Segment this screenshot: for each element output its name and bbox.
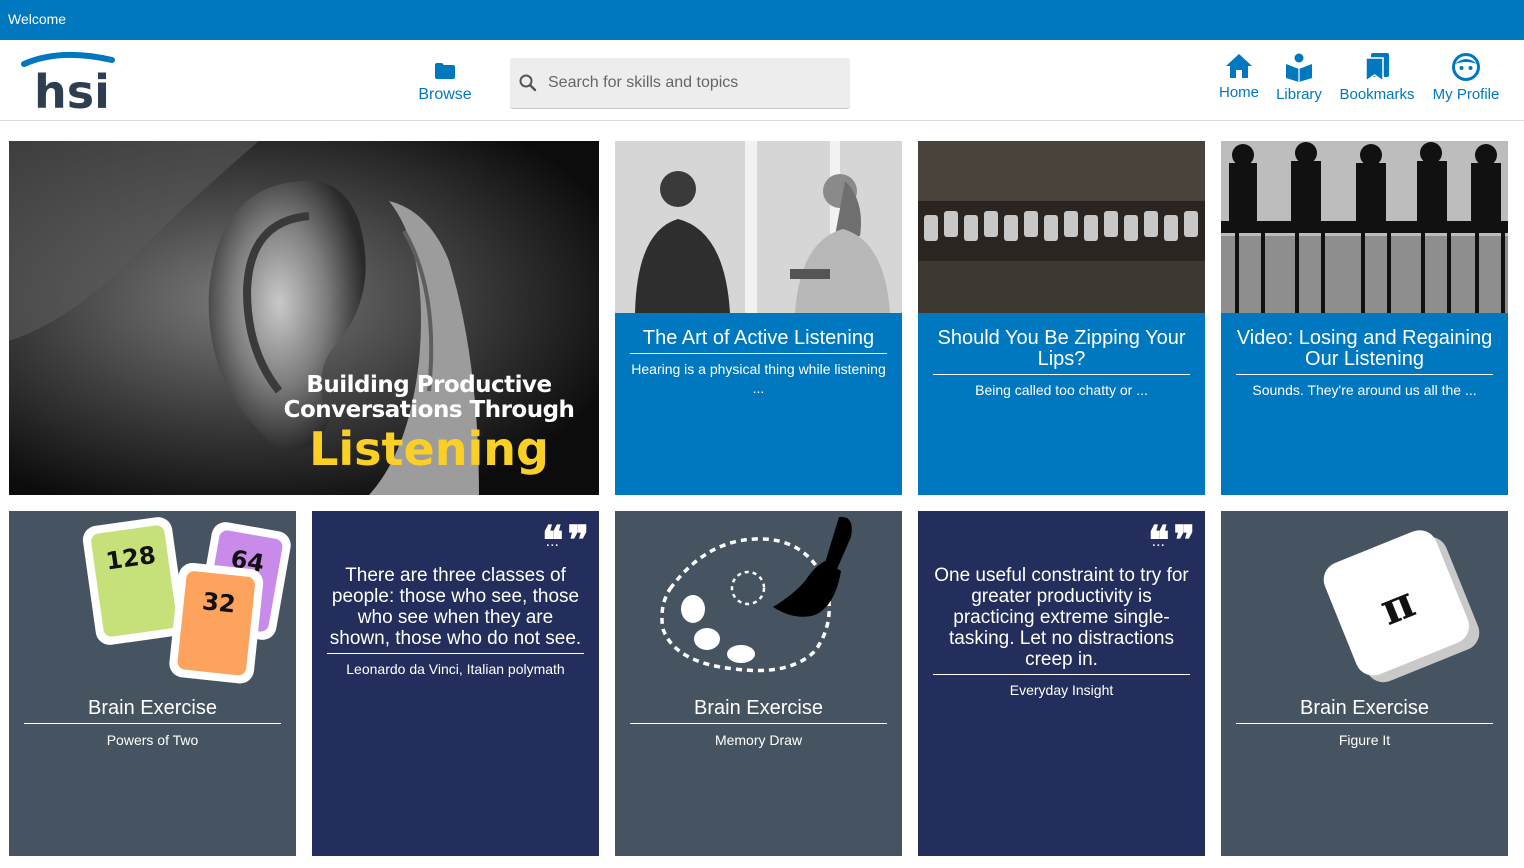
nav-my-profile[interactable]: My Profile	[1428, 52, 1504, 103]
welcome-text: Welcome	[8, 11, 67, 27]
brain-exercise-figure-it[interactable]: π Brain Exercise Figure It	[1221, 511, 1508, 856]
bookmarks-icon	[1365, 53, 1389, 82]
nav-my-profile-label: My Profile	[1432, 86, 1500, 103]
card-subtitle: Hearing is a physical thing while listen…	[631, 361, 886, 396]
top-bar: Welcome	[0, 0, 1524, 40]
library-icon	[1286, 53, 1312, 82]
nav-home[interactable]: Home	[1212, 52, 1266, 101]
logo-text: hsi	[34, 65, 110, 114]
nav-library[interactable]: Library	[1270, 52, 1328, 103]
browse-button[interactable]: Browse	[410, 62, 480, 104]
card-number-32: 32	[201, 587, 237, 618]
home-icon	[1226, 54, 1252, 78]
quote-card-da-vinci[interactable]: ❝❞ ... There are three classes of people…	[312, 511, 599, 856]
quote-ellipsis: ...	[1151, 533, 1165, 550]
hero-title-line2: Conversations Through	[283, 397, 575, 423]
header: hsi Browse Home Library Bo	[0, 40, 1524, 121]
brain-exercise-title: Brain Exercise	[24, 698, 281, 724]
quote-text: One useful constraint to try for greater…	[933, 565, 1190, 675]
card-image-conversation	[615, 141, 902, 313]
card-active-listening[interactable]: The Art of Active Listening Hearing is a…	[615, 141, 902, 495]
nav-home-label: Home	[1218, 84, 1259, 101]
quote-text: There are three classes of people: those…	[327, 565, 584, 654]
card-title: The Art of Active Listening	[630, 328, 887, 354]
hero-title: Building Productive Conversations Throug…	[259, 372, 599, 476]
quote-ellipsis: ...	[545, 533, 559, 550]
hero-tile-listening[interactable]: Building Productive Conversations Throug…	[9, 141, 599, 495]
browse-label: Browse	[418, 86, 472, 103]
search-icon	[519, 74, 537, 92]
brain-exercise-subtitle: Powers of Two	[106, 732, 199, 748]
hsi-logo-graphic: hsi	[21, 51, 115, 119]
card-image-zipper	[918, 141, 1205, 313]
profile-icon	[1452, 53, 1480, 81]
paint-palette-icon	[660, 516, 852, 673]
brain-exercise-title: Brain Exercise	[1236, 698, 1493, 724]
brain-exercise-title: Brain Exercise	[630, 698, 887, 724]
nav-bookmarks[interactable]: Bookmarks	[1336, 52, 1418, 103]
nav-library-label: Library	[1276, 86, 1322, 103]
card-zipping-lips[interactable]: Should You Be Zipping Your Lips? Being c…	[918, 141, 1205, 495]
search-box[interactable]	[510, 58, 850, 109]
card-title: Should You Be Zipping Your Lips?	[933, 328, 1190, 375]
brain-exercise-subtitle: Memory Draw	[714, 732, 803, 748]
hsi-logo[interactable]: hsi	[20, 50, 116, 119]
pi-tile-icon: π	[1323, 530, 1480, 683]
brain-exercise-memory-draw[interactable]: Brain Exercise Memory Draw	[615, 511, 902, 856]
quote-author: Leonardo da Vinci, Italian polymath	[346, 661, 565, 677]
quote-author: Everyday Insight	[1009, 682, 1114, 698]
folder-icon	[435, 63, 455, 79]
card-losing-listening[interactable]: Video: Losing and Regaining Our Listenin…	[1221, 141, 1508, 495]
card-subtitle: Sounds. They're around us all the ...	[1252, 382, 1477, 398]
card-title: Video: Losing and Regaining Our Listenin…	[1236, 328, 1493, 375]
search-input[interactable]	[548, 66, 838, 100]
number-cards-icon: 64 128 32	[82, 517, 291, 684]
nav-bookmarks-label: Bookmarks	[1339, 86, 1415, 103]
hero-title-line3: Listening	[309, 422, 549, 476]
brain-exercise-powers-of-two[interactable]: 64 128 32 Brain Exercise Powers of Two	[9, 511, 296, 856]
brain-exercise-subtitle: Figure It	[1338, 732, 1391, 748]
card-subtitle: Being called too chatty or ...	[975, 382, 1148, 398]
hero-title-line1: Building Productive	[306, 372, 552, 398]
card-image-silhouettes	[1221, 141, 1508, 313]
quote-card-everyday-insight[interactable]: ❝❞ ... One useful constraint to try for …	[918, 511, 1205, 856]
